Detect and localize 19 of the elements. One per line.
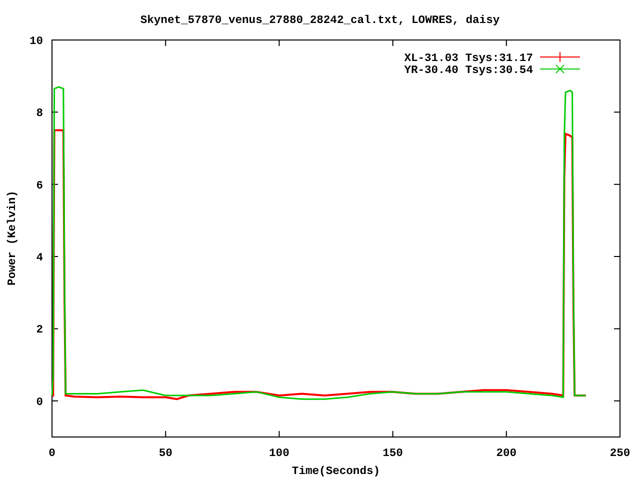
- x-tick-label: 200: [496, 448, 517, 460]
- y-tick-label: 2: [36, 324, 43, 337]
- x-tick-label: 100: [269, 448, 290, 460]
- legend-cross-line-icon: [540, 64, 580, 74]
- x-tick-label: 250: [610, 448, 630, 460]
- y-tick-label: 8: [36, 108, 43, 120]
- y-axis-label: Power (Kelvin): [7, 190, 19, 286]
- y-tick-label: 4: [36, 252, 43, 265]
- x-axis-label: Time(Seconds): [292, 466, 380, 478]
- y-tick-label: 0: [36, 396, 43, 409]
- chart-title: Skynet_57870_venus_27880_28242_cal.txt, LOWRES, daisy: [140, 15, 500, 27]
- y-tick-label: 6: [36, 180, 43, 192]
- legend-plus-line-icon: [540, 52, 580, 62]
- legend-label: YR-30.40 Tsys:30.54: [404, 65, 533, 77]
- x-tick-label: 50: [158, 448, 172, 460]
- y-tick-label: 10: [29, 36, 43, 48]
- x-tick-label: 150: [382, 448, 403, 460]
- legend-label: XL-31.03 Tsys:31.17: [404, 53, 533, 65]
- x-tick-label: 0: [48, 448, 56, 460]
